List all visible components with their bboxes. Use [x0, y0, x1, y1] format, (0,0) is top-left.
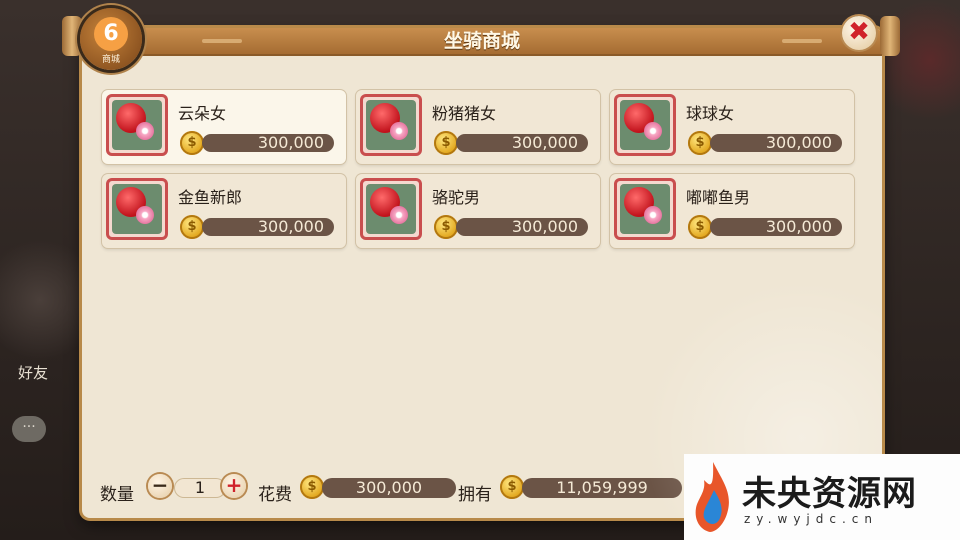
- gold-coin-icon: $: [434, 131, 458, 155]
- owned-label: 拥有: [458, 485, 492, 505]
- quantity-label: 数量: [100, 485, 134, 505]
- owned-value: 11,059,999: [522, 478, 682, 498]
- blossom-icon: [390, 206, 408, 224]
- gold-coin-icon: $: [180, 215, 204, 239]
- mount-icon: [106, 94, 168, 156]
- item-price: 300,000: [456, 218, 588, 236]
- blossom-icon: [644, 122, 662, 140]
- gold-coin-icon: $: [688, 215, 712, 239]
- item-name: 球球女: [686, 104, 735, 123]
- frame-pillar-right: [880, 16, 900, 56]
- frame-pillar-left: [62, 16, 82, 56]
- shop-item-card[interactable]: 云朵女 $ 300,000: [102, 90, 346, 164]
- item-name: 粉猪猪女: [432, 104, 497, 123]
- cost-value: 300,000: [322, 478, 456, 498]
- mount-icon: [614, 94, 676, 156]
- badge-label: 商城: [101, 55, 120, 65]
- mount-shop-window: 坐骑商城 云朵女 $ 300,000 粉猪猪女 $ 300,000 球球女 $ …: [82, 28, 882, 518]
- item-price: 300,000: [710, 134, 842, 152]
- window-title: 坐骑商城: [443, 30, 520, 52]
- gold-coin-icon: $: [180, 131, 204, 155]
- flame-logo-icon: [695, 462, 729, 532]
- shop-item-card[interactable]: 骆驼男 $ 300,000: [356, 174, 600, 248]
- decrease-quantity-button[interactable]: −: [148, 474, 172, 498]
- gold-coin-icon: $: [500, 475, 524, 499]
- mount-icon: [614, 178, 676, 240]
- shop-item-card[interactable]: 粉猪猪女 $ 300,000: [356, 90, 600, 164]
- chat-icon[interactable]: ···: [12, 416, 46, 442]
- watermark-text: 未央资源网: [742, 474, 917, 514]
- mount-icon: [106, 178, 168, 240]
- gold-coin-icon: $: [300, 475, 324, 499]
- close-icon[interactable]: ✖: [842, 16, 876, 50]
- shop-level-badge: 6 商城: [80, 8, 142, 70]
- shop-item-card[interactable]: 嘟嘟鱼男 $ 300,000: [610, 174, 854, 248]
- blossom-icon: [644, 206, 662, 224]
- item-price: 300,000: [202, 134, 334, 152]
- shop-item-card[interactable]: 球球女 $ 300,000: [610, 90, 854, 164]
- watermark-url: zy.wyjdc.cn: [744, 512, 878, 526]
- mount-icon: [360, 94, 422, 156]
- gold-coin-icon: $: [434, 215, 458, 239]
- blossom-icon: [136, 122, 154, 140]
- item-price: 300,000: [456, 134, 588, 152]
- item-name: 金鱼新郎: [178, 188, 243, 207]
- cost-label: 花费: [258, 485, 292, 505]
- item-name: 云朵女: [178, 104, 227, 123]
- watermark: 未央资源网 zy.wyjdc.cn: [684, 454, 960, 540]
- item-price: 300,000: [202, 218, 334, 236]
- left-side-menu: 好友 ···: [0, 330, 80, 470]
- quantity-field[interactable]: 1: [174, 478, 226, 498]
- gold-coin-icon: $: [688, 131, 712, 155]
- item-name: 嘟嘟鱼男: [686, 188, 751, 207]
- blossom-icon: [136, 206, 154, 224]
- title-bar: 坐骑商城: [82, 28, 882, 56]
- blossom-icon: [390, 122, 408, 140]
- item-price: 300,000: [710, 218, 842, 236]
- increase-quantity-button[interactable]: +: [222, 474, 246, 498]
- badge-number: 6: [94, 17, 128, 51]
- mount-icon: [360, 178, 422, 240]
- shop-item-card[interactable]: 金鱼新郎 $ 300,000: [102, 174, 346, 248]
- friends-button[interactable]: 好友: [18, 362, 48, 383]
- item-name: 骆驼男: [432, 188, 481, 207]
